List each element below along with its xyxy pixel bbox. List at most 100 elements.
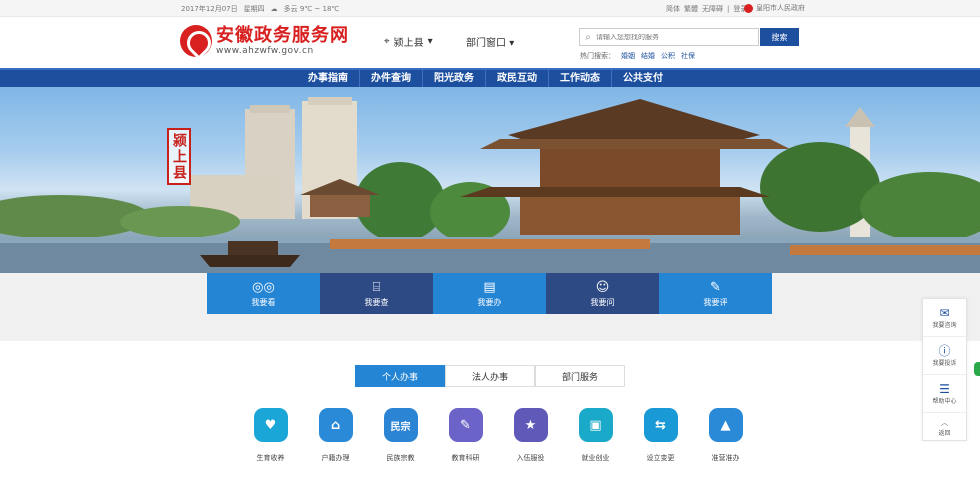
search-input[interactable]	[596, 33, 746, 41]
service-list: ♥ 生育收养 ⌂ 户籍办理 民宗 民族宗教 ✎ 教育科研 ★ 入伍服役 ▣ 就业…	[238, 408, 758, 463]
search-doc-icon: ⌸	[372, 279, 381, 295]
nav-item-sunshine[interactable]: 阳光政务	[423, 70, 486, 87]
tile-handle[interactable]: ▤ 我要办	[433, 273, 546, 314]
weather-text: 多云 9℃ ~ 18℃	[283, 5, 340, 13]
logo-icon	[180, 25, 212, 57]
license-icon: ▲	[708, 408, 743, 442]
gov-link[interactable]: 皇阳市人民政府	[744, 3, 805, 13]
department-selector[interactable]: 部门窗口 ▾	[466, 34, 514, 49]
site-logo[interactable]: 安徽政务服务网 www.ahzwfw.gov.cn	[180, 25, 349, 57]
hot-search-item[interactable]: 结婚	[641, 51, 655, 61]
pen-icon: ✎	[710, 279, 721, 295]
link-accessibility[interactable]: 无障碍	[702, 4, 723, 14]
service-label: 设立变更	[646, 454, 675, 462]
tile-view[interactable]: ◎◎ 我要看	[207, 273, 320, 314]
service-item[interactable]: 民宗 民族宗教	[368, 408, 433, 463]
tile-label: 我要问	[590, 297, 615, 307]
nav-item-news[interactable]: 工作动态	[549, 70, 612, 87]
emblem-icon	[744, 3, 753, 13]
service-label: 教育科研	[451, 454, 480, 462]
logo-title: 安徽政务服务网	[216, 25, 349, 46]
search-box: ⌕	[579, 28, 759, 46]
glasses-icon: ◎◎	[252, 279, 275, 295]
quick-access-tiles: ◎◎ 我要看 ⌸ 我要查 ▤ 我要办 ☺ 我要问 ✎ 我要评	[207, 273, 772, 314]
location-pin-icon: ⌖	[384, 36, 390, 47]
chevron-up-icon: ︿	[940, 417, 949, 427]
service-item[interactable]: ♥ 生育收养	[238, 408, 303, 463]
service-label: 准营准办	[711, 454, 740, 462]
tile-check[interactable]: ⌸ 我要查	[320, 273, 433, 314]
service-item[interactable]: ▲ 准营准办	[693, 408, 758, 463]
float-label: 返回	[938, 429, 951, 437]
logo-url: www.ahzwfw.gov.cn	[216, 46, 314, 56]
back-to-top-button[interactable]: ︿ 返回	[923, 413, 966, 440]
service-label: 户籍办理	[321, 454, 350, 462]
hot-search-label: 热门搜索：	[580, 52, 615, 60]
ethnic-religion-icon: 民宗	[383, 408, 418, 442]
education-icon: ✎	[448, 408, 483, 442]
hot-search: 热门搜索： 婚姻 结婚 公积 社保	[580, 51, 695, 61]
location-text: 颍上县	[393, 38, 424, 49]
cloud-icon: ☁	[270, 5, 278, 13]
service-item[interactable]: ✎ 教育科研	[433, 408, 498, 463]
hot-search-item[interactable]: 公积	[661, 51, 675, 61]
service-label: 就业创业	[581, 454, 610, 462]
service-item[interactable]: ▣ 就业创业	[563, 408, 628, 463]
department-text: 部门窗口	[466, 38, 506, 49]
link-traditional[interactable]: 繁體	[684, 4, 698, 14]
service-item[interactable]: ⌂ 户籍办理	[303, 408, 368, 463]
float-label: 我要咨询	[932, 322, 957, 329]
tile-label: 我要查	[364, 297, 389, 307]
message-icon: ✉	[939, 306, 950, 320]
county-label: 颍上县	[171, 132, 187, 181]
main-nav: 办事指南 办件查询 阳光政务 政民互动 工作动态 公共支付	[0, 68, 980, 87]
nav-item-query[interactable]: 办件查询	[360, 70, 423, 87]
info-icon: ⓘ	[938, 344, 951, 358]
float-label: 我要投诉	[932, 360, 957, 367]
document-icon: ▤	[483, 279, 496, 295]
floating-service-panel: ✉ 我要咨询 ⓘ 我要投诉 ☰ 帮助中心 ︿ 返回	[922, 298, 967, 441]
site-header: 安徽政务服务网 www.ahzwfw.gov.cn ⌖ 颍上县 ▾ 部门窗口 ▾…	[0, 17, 980, 68]
hot-search-item[interactable]: 社保	[681, 51, 695, 61]
tab-department[interactable]: 部门服务	[535, 365, 625, 387]
county-label-box: 颍上县	[167, 128, 191, 185]
briefcase-icon: ▣	[578, 408, 613, 442]
service-tabs: 个人办事 法人办事 部门服务	[355, 365, 625, 387]
nav-item-guide[interactable]: 办事指南	[297, 70, 360, 87]
date-text: 2017年12月07日	[181, 5, 238, 13]
hero-banner: 颍上县	[0, 87, 980, 273]
tile-label: 我要看	[251, 297, 276, 307]
help-button[interactable]: ☰ 帮助中心	[923, 375, 966, 413]
hot-search-item[interactable]: 婚姻	[621, 51, 635, 61]
link-simplified[interactable]: 简体	[666, 4, 680, 14]
tile-label: 我要评	[703, 297, 728, 307]
side-tab-handle[interactable]	[974, 362, 980, 376]
transfer-arrows-icon: ⇆	[643, 408, 678, 442]
tile-rate[interactable]: ✎ 我要评	[659, 273, 772, 314]
household-icon: ⌂	[318, 408, 353, 442]
chat-icon: ☺	[595, 279, 610, 295]
top-links: 简体 繁體 无障碍 | 登录	[666, 4, 747, 14]
tile-label: 我要办	[477, 297, 502, 307]
service-label: 民族宗教	[386, 454, 415, 462]
service-item[interactable]: ⇆ 设立变更	[628, 408, 693, 463]
tab-personal[interactable]: 个人办事	[355, 365, 445, 387]
nav-item-payment[interactable]: 公共支付	[612, 70, 674, 87]
search-button[interactable]: 搜索	[760, 28, 799, 46]
list-icon: ☰	[939, 382, 950, 396]
gov-link-text[interactable]: 皇阳市人民政府	[756, 3, 805, 13]
tab-corporate[interactable]: 法人办事	[445, 365, 535, 387]
service-label: 生育收养	[256, 454, 285, 462]
float-label: 帮助中心	[932, 398, 957, 405]
banner-scenery	[0, 97, 980, 273]
date-weather: 2017年12月07日 星期四 ☁ 多云 9℃ ~ 18℃	[181, 4, 339, 14]
chevron-down-icon: ▾	[427, 36, 433, 47]
nav-item-interaction[interactable]: 政民互动	[486, 70, 549, 87]
service-item[interactable]: ★ 入伍服役	[498, 408, 563, 463]
weekday-text: 星期四	[243, 5, 265, 13]
military-star-icon: ★	[513, 408, 548, 442]
tile-ask[interactable]: ☺ 我要问	[546, 273, 659, 314]
complaint-button[interactable]: ⓘ 我要投诉	[923, 337, 966, 375]
consult-button[interactable]: ✉ 我要咨询	[923, 299, 966, 337]
location-selector[interactable]: ⌖ 颍上县 ▾	[384, 34, 433, 49]
